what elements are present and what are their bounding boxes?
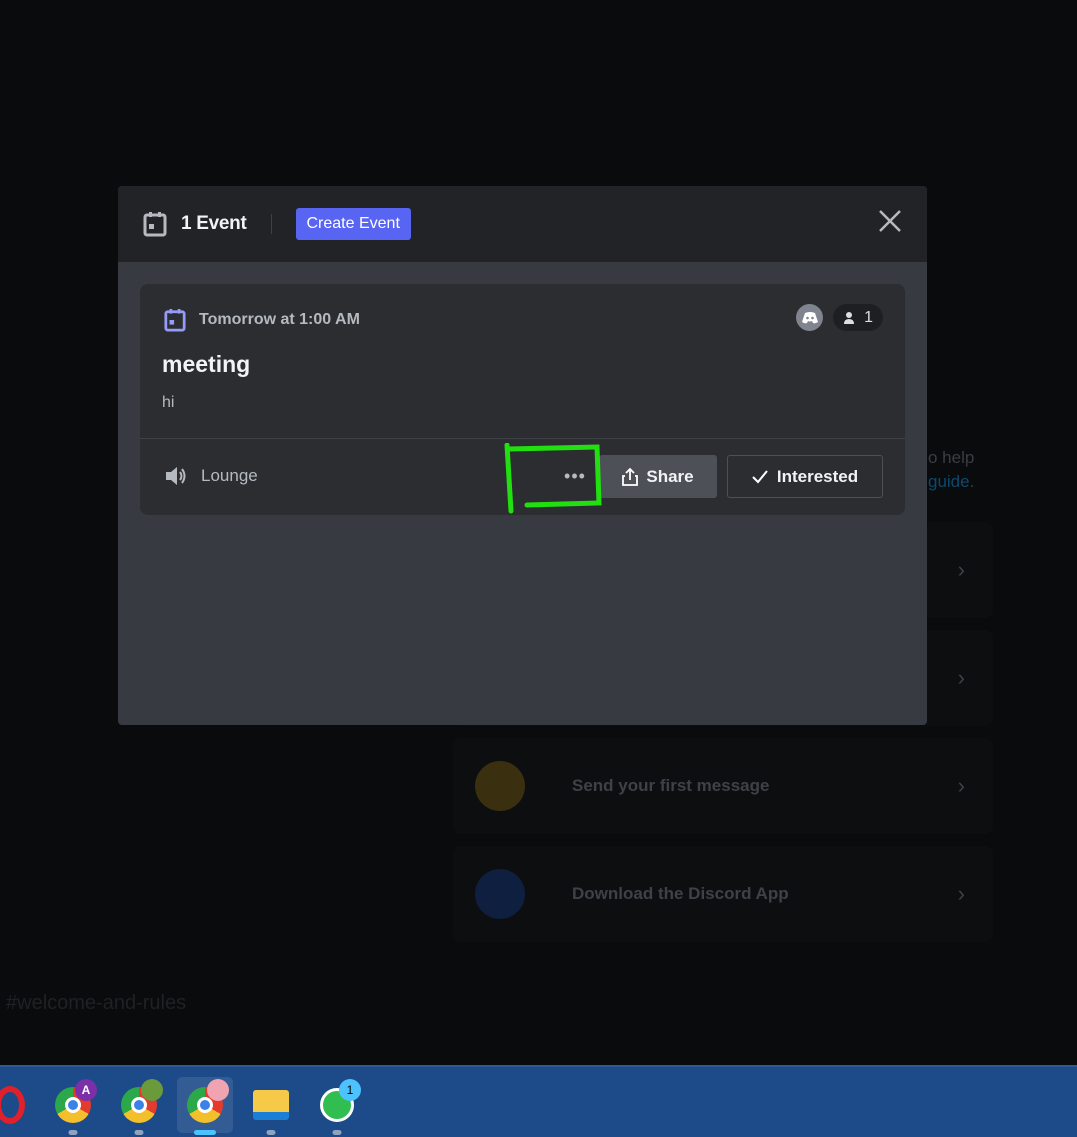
help-text: o help	[928, 448, 975, 467]
modal-header: 1 Event Create Event	[118, 186, 927, 262]
taskbar-file-explorer[interactable]	[243, 1077, 299, 1135]
card-divider	[140, 438, 905, 439]
event-location[interactable]: Lounge	[164, 465, 258, 487]
interested-label: Interested	[776, 466, 859, 486]
share-button[interactable]: Share	[599, 455, 717, 498]
send-first-message-card[interactable]: Send your first message ›	[453, 738, 993, 834]
taskbar-whatsapp[interactable]: 1	[309, 1077, 365, 1135]
event-name: meeting	[162, 351, 251, 377]
taskbar-chrome-profile-2[interactable]	[111, 1077, 167, 1135]
events-modal: 1 Event Create Event Tomorrow at 1:00 AM…	[118, 186, 927, 725]
taskbar-opera[interactable]	[0, 1077, 38, 1133]
speaker-icon	[166, 467, 186, 485]
running-indicator	[68, 1130, 78, 1135]
interested-count-value: 1	[864, 308, 873, 326]
create-event-button[interactable]: Create Event	[295, 208, 411, 240]
close-icon[interactable]	[877, 208, 903, 234]
chat-bubble-icon	[475, 761, 525, 811]
header-divider	[270, 214, 272, 234]
calendar-icon	[143, 212, 167, 237]
running-indicator	[266, 1130, 276, 1135]
notification-badge: 1	[339, 1079, 361, 1101]
taskbar-chrome-profile-3[interactable]	[177, 1077, 233, 1135]
taskbar: A 1	[0, 1065, 1077, 1137]
running-indicator	[134, 1130, 144, 1135]
interested-button[interactable]: Interested	[727, 455, 883, 498]
running-indicator	[332, 1130, 342, 1135]
profile-avatar-icon	[141, 1079, 163, 1101]
checkmark-icon	[752, 469, 768, 483]
event-time: Tomorrow at 1:00 AM	[164, 308, 360, 332]
card-label: Send your first message	[572, 776, 770, 795]
guide-period: .	[969, 472, 975, 491]
interested-count[interactable]: 1	[833, 304, 883, 331]
calendar-icon	[164, 309, 186, 332]
chevron-right-icon: ›	[957, 881, 965, 906]
background-help-text: o help	[928, 448, 974, 468]
share-label: Share	[646, 466, 694, 486]
people-icon	[844, 311, 855, 324]
channel-name[interactable]: #welcome-and-rules	[6, 992, 186, 1015]
chevron-right-icon: ›	[957, 665, 965, 690]
opera-icon	[0, 1086, 25, 1124]
event-card[interactable]: Tomorrow at 1:00 AM 1 meeting hi Lounge …	[140, 284, 905, 515]
chevron-right-icon: ›	[957, 773, 965, 798]
folder-icon	[253, 1090, 289, 1120]
modal-title: 1 Event	[181, 213, 247, 234]
profile-badge: A	[75, 1079, 97, 1101]
discord-logo-icon	[796, 304, 824, 331]
profile-avatar-icon	[207, 1079, 229, 1101]
location-name: Lounge	[201, 466, 258, 485]
share-icon	[622, 467, 639, 486]
guide-link[interactable]: guide	[928, 472, 970, 491]
phone-icon	[475, 869, 525, 919]
running-indicator	[194, 1130, 216, 1135]
event-description: hi	[162, 394, 175, 411]
chevron-right-icon: ›	[957, 557, 965, 582]
event-badges: 1	[796, 304, 883, 331]
background-guide: guide.	[928, 472, 974, 492]
download-app-card[interactable]: Download the Discord App ›	[453, 846, 993, 942]
event-time-text: Tomorrow at 1:00 AM	[199, 311, 360, 328]
more-options-button[interactable]: •••	[550, 456, 600, 496]
card-label: Download the Discord App	[572, 884, 789, 903]
taskbar-chrome-profile-a[interactable]: A	[45, 1077, 101, 1135]
